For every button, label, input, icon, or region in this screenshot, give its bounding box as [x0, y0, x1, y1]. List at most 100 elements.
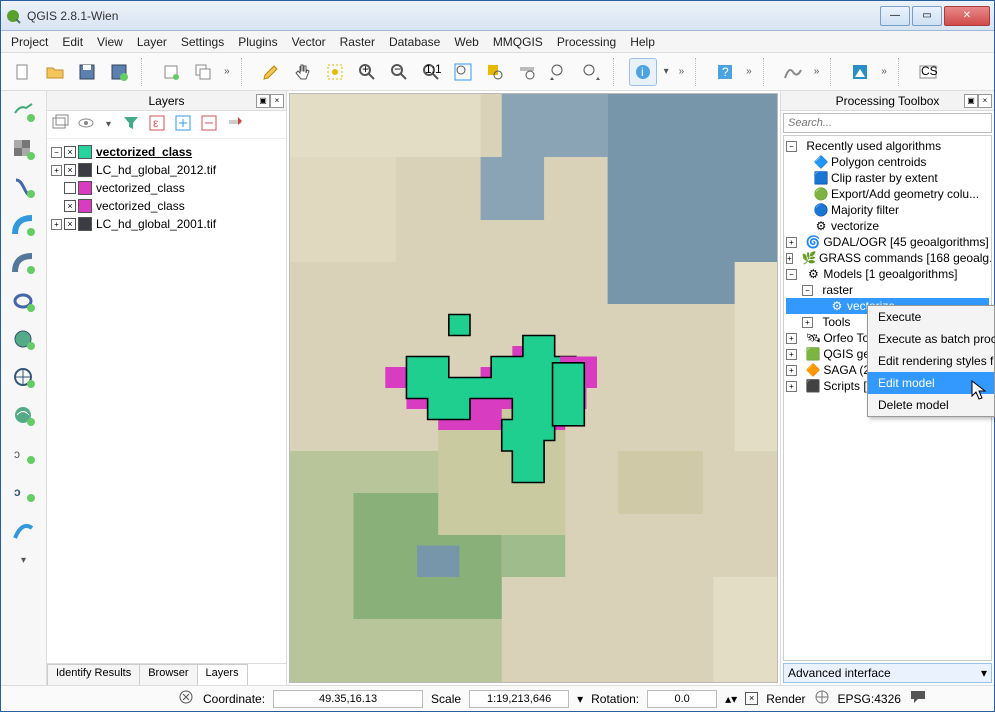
tree-item[interactable]: + 🌀GDAL/OGR [45 geoalgorithms]	[786, 234, 989, 250]
menu-database[interactable]: Database	[389, 35, 440, 49]
csw-button[interactable]: CSW	[914, 58, 942, 86]
add-group-icon[interactable]	[51, 114, 69, 135]
processing-search-input[interactable]	[783, 113, 992, 133]
add-wcs-button[interactable]	[9, 363, 39, 393]
zoom-native-button[interactable]: 1:1	[417, 58, 445, 86]
layer-checkbox[interactable]: ×	[64, 200, 76, 212]
add-mssql-button[interactable]	[9, 249, 39, 279]
layer-name[interactable]: vectorized_class	[96, 145, 192, 159]
tree-item[interactable]: 🔵Majority filter	[786, 202, 989, 218]
expand-icon[interactable]	[174, 114, 192, 135]
tree-item[interactable]: − raster	[786, 282, 989, 298]
zoom-selection-button[interactable]	[481, 58, 509, 86]
menu-settings[interactable]: Settings	[181, 35, 224, 49]
scp-button[interactable]	[846, 58, 874, 86]
rotation-input[interactable]	[647, 690, 717, 708]
crs-icon[interactable]	[814, 689, 830, 708]
menu-raster[interactable]: Raster	[340, 35, 375, 49]
add-postgis-button[interactable]	[9, 173, 39, 203]
context-menu-item[interactable]: Edit model	[868, 372, 994, 394]
tab-identify-results[interactable]: Identify Results	[47, 664, 140, 685]
layer-checkbox[interactable]	[64, 182, 76, 194]
tree-item[interactable]: 🟢Export/Add geometry colu...	[786, 186, 989, 202]
tree-item[interactable]: 🔷Polygon centroids	[786, 154, 989, 170]
layers-tree[interactable]: − × vectorized_class + × LC_hd_global_20…	[47, 139, 286, 663]
menu-edit[interactable]: Edit	[62, 35, 83, 49]
toolbar-overflow-icon[interactable]: »	[814, 66, 820, 77]
layer-checkbox[interactable]: ×	[64, 218, 76, 230]
layer-row[interactable]: + vectorized_class	[49, 179, 284, 197]
tree-item[interactable]: + 🌿GRASS commands [168 geoalg...	[786, 250, 989, 266]
filter-icon[interactable]	[122, 114, 140, 135]
tree-item[interactable]: ⚙vectorize	[786, 218, 989, 234]
chevron-down-icon[interactable]: ▾	[577, 692, 583, 706]
interface-mode-combo[interactable]: Advanced interface ▾	[783, 663, 992, 683]
zoom-last-button[interactable]	[545, 58, 573, 86]
render-checkbox[interactable]: ×	[745, 692, 758, 705]
menu-plugins[interactable]: Plugins	[238, 35, 277, 49]
add-oracle-button[interactable]	[9, 287, 39, 317]
add-virtual-button[interactable]: ɔ	[9, 477, 39, 507]
visibility-icon[interactable]	[77, 114, 95, 135]
edit-toggle-button[interactable]	[257, 58, 285, 86]
menu-vector[interactable]: Vector	[292, 35, 326, 49]
tree-item[interactable]: − ⚙Models [1 geoalgorithms]	[786, 266, 989, 282]
save-project-button[interactable]	[73, 58, 101, 86]
zoom-in-button[interactable]: +	[353, 58, 381, 86]
new-composer-button[interactable]	[157, 58, 185, 86]
context-menu-item[interactable]: Execute as batch proc	[868, 328, 994, 350]
expand-icon[interactable]: −	[51, 147, 62, 158]
chevron-down-icon[interactable]: ▾	[664, 66, 669, 77]
layer-name[interactable]: vectorized_class	[96, 181, 185, 195]
chevron-down-icon[interactable]: ▾	[21, 555, 26, 566]
add-wfs-button[interactable]	[9, 401, 39, 431]
open-project-button[interactable]	[41, 58, 69, 86]
menu-view[interactable]: View	[97, 35, 123, 49]
rotation-stepper[interactable]: ▴▾	[725, 692, 737, 706]
minimize-button[interactable]: —	[880, 6, 910, 26]
add-delimited-button[interactable]: ɔ	[9, 439, 39, 469]
zoom-layer-button[interactable]	[513, 58, 541, 86]
crs-label[interactable]: EPSG:4326	[838, 692, 901, 706]
chevron-down-icon[interactable]: ▾	[106, 119, 111, 130]
maximize-button[interactable]: ▭	[912, 6, 942, 26]
menu-layer[interactable]: Layer	[137, 35, 167, 49]
pan-to-selection-button[interactable]	[321, 58, 349, 86]
layer-name[interactable]: vectorized_class	[96, 199, 185, 213]
identify-button[interactable]: i	[629, 58, 657, 86]
context-menu-item[interactable]: Execute	[868, 306, 994, 328]
layer-checkbox[interactable]: ×	[64, 146, 76, 158]
panel-close-button[interactable]: ×	[978, 94, 992, 108]
add-wms-button[interactable]	[9, 325, 39, 355]
new-shapefile-button[interactable]	[9, 515, 39, 545]
toolbar-overflow-icon[interactable]: »	[881, 66, 887, 77]
zoom-out-button[interactable]: −	[385, 58, 413, 86]
close-button[interactable]: ✕	[944, 6, 990, 26]
coord-input[interactable]	[273, 690, 423, 708]
composer-manager-button[interactable]	[189, 58, 217, 86]
tab-layers[interactable]: Layers	[197, 664, 248, 685]
layer-row[interactable]: + × LC_hd_global_2001.tif	[49, 215, 284, 233]
context-menu-item[interactable]: Edit rendering styles f	[868, 350, 994, 372]
context-menu-item[interactable]: Delete model	[868, 394, 994, 416]
layer-name[interactable]: LC_hd_global_2012.tif	[96, 163, 216, 177]
menu-processing[interactable]: Processing	[557, 35, 616, 49]
menu-web[interactable]: Web	[454, 35, 478, 49]
add-vector-button[interactable]	[9, 97, 39, 127]
expression-icon[interactable]: ε	[148, 114, 166, 135]
panel-close-button[interactable]: ×	[270, 94, 284, 108]
expand-icon[interactable]: +	[51, 219, 62, 230]
menu-mmqgis[interactable]: MMQGIS	[493, 35, 543, 49]
add-raster-button[interactable]	[9, 135, 39, 165]
menu-project[interactable]: Project	[11, 35, 48, 49]
zoom-next-button[interactable]	[577, 58, 605, 86]
layer-row[interactable]: + × vectorized_class	[49, 197, 284, 215]
menu-help[interactable]: Help	[630, 35, 655, 49]
undock-button[interactable]: ▣	[964, 94, 978, 108]
layer-row[interactable]: + × LC_hd_global_2012.tif	[49, 161, 284, 179]
toggle-extents-icon[interactable]	[177, 688, 195, 709]
messages-icon[interactable]	[909, 688, 927, 709]
pan-button[interactable]	[289, 58, 317, 86]
scale-input[interactable]	[469, 690, 569, 708]
tab-browser[interactable]: Browser	[139, 664, 197, 685]
